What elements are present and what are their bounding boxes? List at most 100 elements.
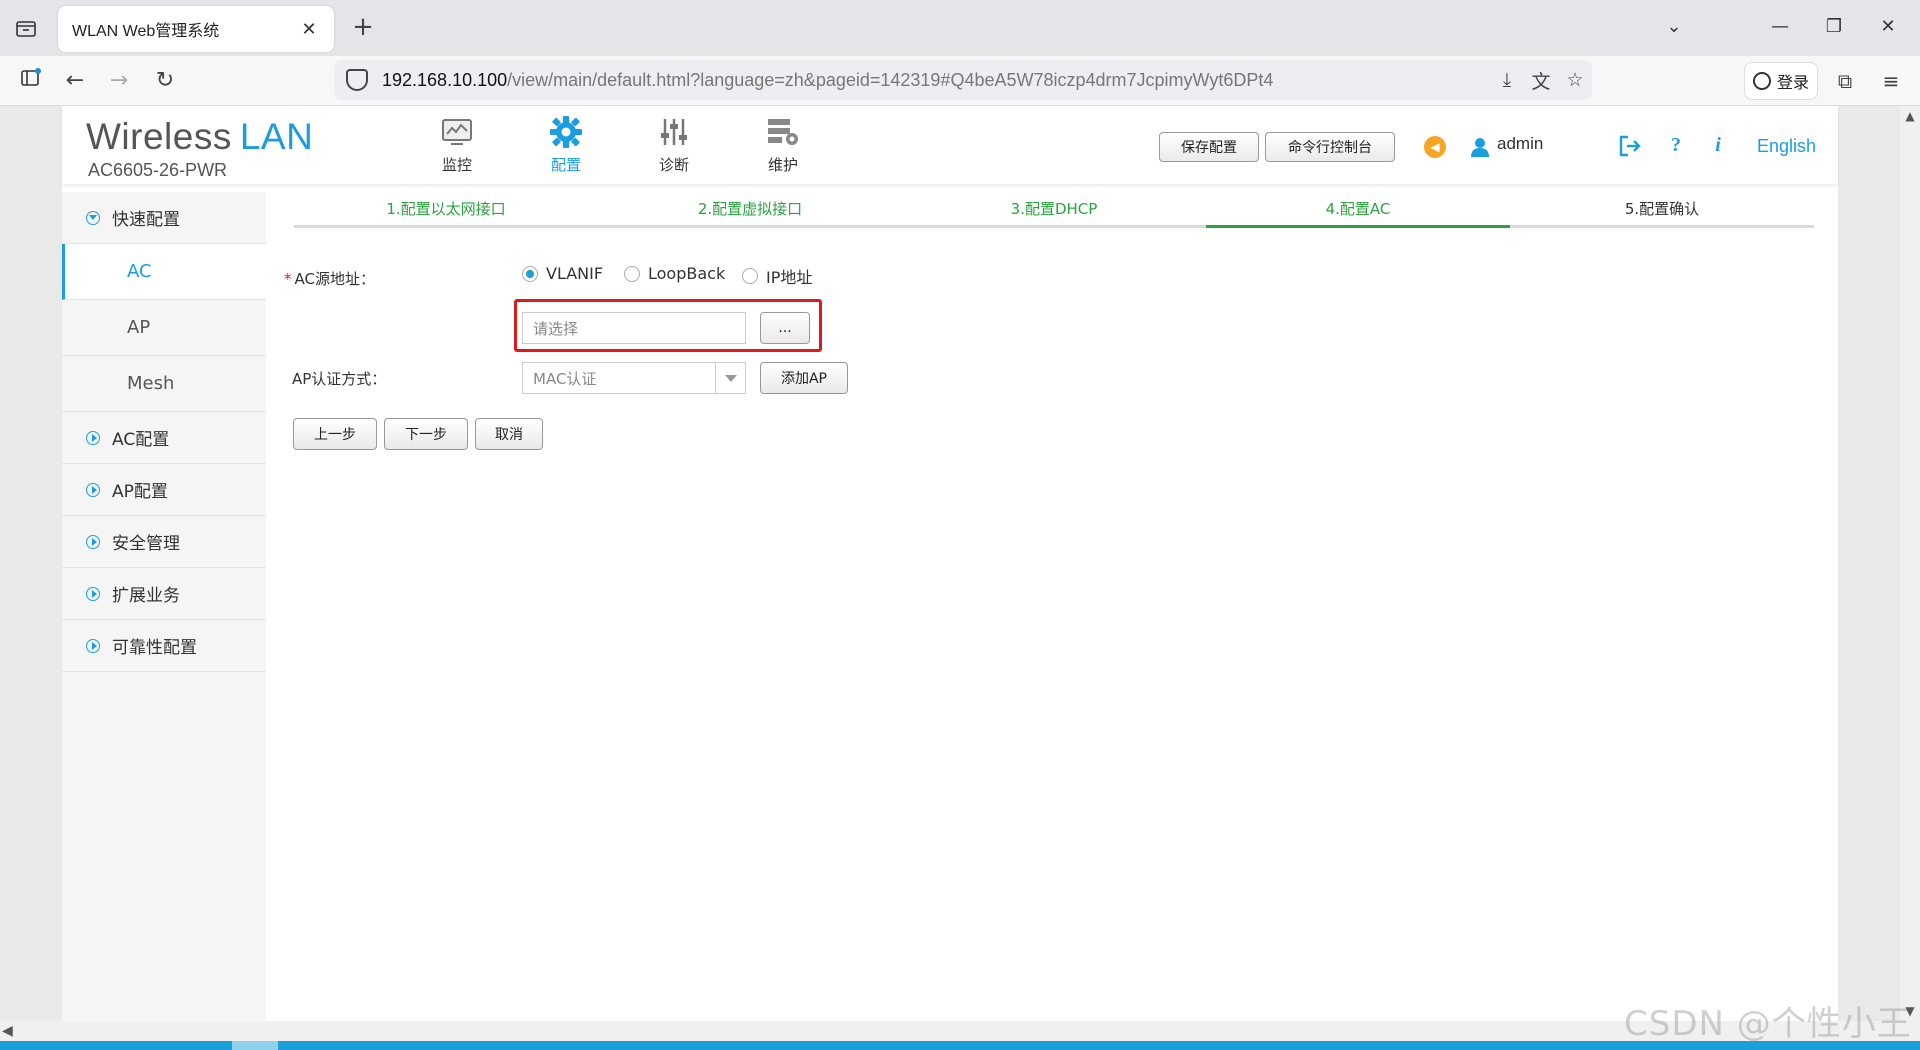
sliders-icon bbox=[639, 112, 709, 152]
sidebar-item-mesh[interactable]: Mesh bbox=[62, 356, 266, 412]
sidebar-item-ac[interactable]: AC bbox=[62, 244, 266, 300]
expand-circle-icon bbox=[86, 586, 100, 601]
device-model: AC6605-26-PWR bbox=[88, 160, 228, 180]
sidebar-group-label: 安全管理 bbox=[112, 534, 180, 554]
login-label: 登录 bbox=[1776, 73, 1809, 92]
scroll-up-icon[interactable]: ▲ bbox=[1900, 106, 1920, 126]
maintenance-icon bbox=[748, 112, 818, 152]
radio-loopback[interactable]: LoopBack bbox=[624, 264, 725, 283]
next-step-button[interactable]: 下一步 bbox=[384, 418, 468, 450]
nav-monitor[interactable]: 监控 bbox=[422, 112, 492, 175]
brand-lan: LAN bbox=[239, 116, 314, 157]
brand-wireless: Wireless bbox=[86, 116, 232, 157]
web-page: Wireless LAN AC6605-26-PWR 监控 配置 诊断 维护 保… bbox=[62, 106, 1838, 1021]
step-ethernet[interactable]: 1.配置以太网接口 bbox=[294, 192, 598, 225]
ap-auth-label: AP认证方式： bbox=[292, 370, 387, 388]
save-config-button[interactable]: 保存配置 bbox=[1159, 132, 1259, 162]
browser-menu-icon[interactable]: ≡ bbox=[1876, 66, 1906, 96]
tab-list-icon[interactable] bbox=[12, 14, 40, 42]
scroll-left-icon[interactable]: ◀ bbox=[2, 1021, 13, 1041]
ap-auth-select[interactable]: MAC认证 bbox=[522, 362, 746, 394]
info-icon[interactable]: i bbox=[1705, 134, 1731, 160]
step-ac[interactable]: 4.配置AC bbox=[1206, 192, 1510, 228]
sidebar-group-label: 可靠性配置 bbox=[112, 638, 197, 658]
vlanif-select-input[interactable]: 请选择 bbox=[522, 312, 746, 344]
translate-icon[interactable]: 文 bbox=[1524, 67, 1558, 94]
watermark: CSDN @个性小王 bbox=[1624, 1004, 1912, 1044]
radio-label: IP地址 bbox=[766, 268, 813, 287]
nav-diagnose[interactable]: 诊断 bbox=[639, 112, 709, 175]
sidebar-item-ap[interactable]: AP bbox=[62, 300, 266, 356]
prev-step-button[interactable]: 上一步 bbox=[293, 418, 377, 450]
sidebar-group-label: AP配置 bbox=[112, 482, 168, 502]
radio-vlanif[interactable]: VLANIF bbox=[522, 264, 603, 283]
reload-icon[interactable]: ↻ bbox=[150, 66, 180, 96]
cli-console-button[interactable]: 命令行控制台 bbox=[1265, 132, 1395, 162]
ac-source-label-text: AC源地址： bbox=[294, 270, 375, 288]
help-icon[interactable]: ? bbox=[1663, 134, 1689, 160]
profile-icon bbox=[1752, 72, 1771, 90]
sidebar-group-label: 快速配置 bbox=[112, 210, 180, 230]
expand-circle-icon bbox=[86, 430, 100, 445]
ap-auth-value: MAC认证 bbox=[533, 369, 597, 388]
extensions-icon[interactable]: ⧉ bbox=[1830, 66, 1860, 96]
radio-label: LoopBack bbox=[648, 264, 726, 283]
url-field[interactable]: 192.168.10.100/view/main/default.html?la… bbox=[334, 60, 1592, 100]
close-window-icon[interactable]: ✕ bbox=[1868, 12, 1908, 42]
nav-config-label: 配置 bbox=[550, 156, 581, 174]
sidebar-group-label: AC配置 bbox=[112, 430, 170, 450]
browse-button[interactable]: ... bbox=[760, 312, 810, 344]
radio-unchecked-icon bbox=[742, 268, 758, 284]
install-app-icon[interactable]: ⤓ bbox=[1490, 69, 1524, 91]
sidebar-toggle-icon[interactable] bbox=[16, 66, 46, 96]
cancel-button[interactable]: 取消 bbox=[475, 418, 543, 450]
sidebar-group-reliability[interactable]: 可靠性配置 bbox=[62, 620, 266, 672]
radio-checked-icon bbox=[522, 265, 538, 282]
forward-icon[interactable]: → bbox=[104, 66, 134, 96]
sidebar-group-extended-services[interactable]: 扩展业务 bbox=[62, 568, 266, 620]
nav-diagnose-label: 诊断 bbox=[658, 156, 689, 174]
browser-tab[interactable]: WLAN Web管理系统 ✕ bbox=[58, 6, 334, 52]
sidebar-group-security[interactable]: 安全管理 bbox=[62, 516, 266, 568]
brand-logo: Wireless LAN bbox=[86, 116, 313, 158]
add-ap-button[interactable]: 添加AP bbox=[760, 362, 848, 394]
tab-search-chevron-icon[interactable]: ⌄ bbox=[1654, 12, 1694, 42]
close-tab-icon[interactable]: ✕ bbox=[298, 19, 320, 40]
expand-circle-icon bbox=[86, 638, 100, 653]
url-text[interactable]: 192.168.10.100/view/main/default.html?la… bbox=[382, 70, 1490, 91]
step-confirm[interactable]: 5.配置确认 bbox=[1510, 192, 1814, 225]
new-tab-button[interactable]: + bbox=[348, 12, 378, 42]
sidebar-group-ac-config[interactable]: AC配置 bbox=[62, 412, 266, 464]
nav-maintain[interactable]: 维护 bbox=[748, 112, 818, 175]
browser-address-bar: ← → ↻ 192.168.10.100/view/main/default.h… bbox=[0, 56, 1920, 106]
radio-ip-address[interactable]: IP地址 bbox=[742, 264, 812, 288]
expand-circle-icon bbox=[86, 482, 100, 497]
expand-circle-icon bbox=[86, 534, 100, 549]
tab-title: WLAN Web管理系统 bbox=[72, 23, 220, 40]
sidebar-group-label: 扩展业务 bbox=[112, 586, 180, 606]
profile-login-button[interactable]: 登录 bbox=[1744, 62, 1818, 100]
step-virtual-interface[interactable]: 2.配置虚拟接口 bbox=[598, 192, 902, 225]
monitor-icon bbox=[422, 112, 492, 152]
url-path: /view/main/default.html?language=zh&page… bbox=[507, 69, 1274, 90]
logout-icon[interactable] bbox=[1617, 134, 1643, 160]
required-asterisk: * bbox=[284, 270, 292, 288]
dropdown-arrow-icon[interactable] bbox=[715, 363, 745, 393]
sidebar-group-quick-config[interactable]: 快速配置 bbox=[62, 192, 266, 244]
username-label[interactable]: admin bbox=[1497, 134, 1543, 154]
step-dhcp[interactable]: 3.配置DHCP bbox=[902, 192, 1206, 225]
nav-monitor-label: 监控 bbox=[441, 156, 472, 174]
url-host: 192.168.10.100 bbox=[382, 69, 508, 90]
speaker-icon[interactable]: ◀ bbox=[1424, 136, 1446, 158]
back-icon[interactable]: ← bbox=[60, 66, 90, 96]
gear-icon bbox=[531, 112, 601, 152]
restore-icon[interactable]: ❐ bbox=[1814, 12, 1854, 42]
security-shield-icon[interactable] bbox=[346, 69, 368, 91]
language-switch[interactable]: English bbox=[1757, 136, 1816, 157]
favorite-star-icon[interactable]: ☆ bbox=[1558, 69, 1592, 91]
vertical-scrollbar[interactable]: ▲ ▼ bbox=[1900, 106, 1920, 1021]
minimize-icon[interactable]: — bbox=[1760, 12, 1800, 42]
sidebar-item-label: Mesh bbox=[127, 373, 175, 394]
sidebar-group-ap-config[interactable]: AP配置 bbox=[62, 464, 266, 516]
nav-config[interactable]: 配置 bbox=[531, 112, 601, 175]
